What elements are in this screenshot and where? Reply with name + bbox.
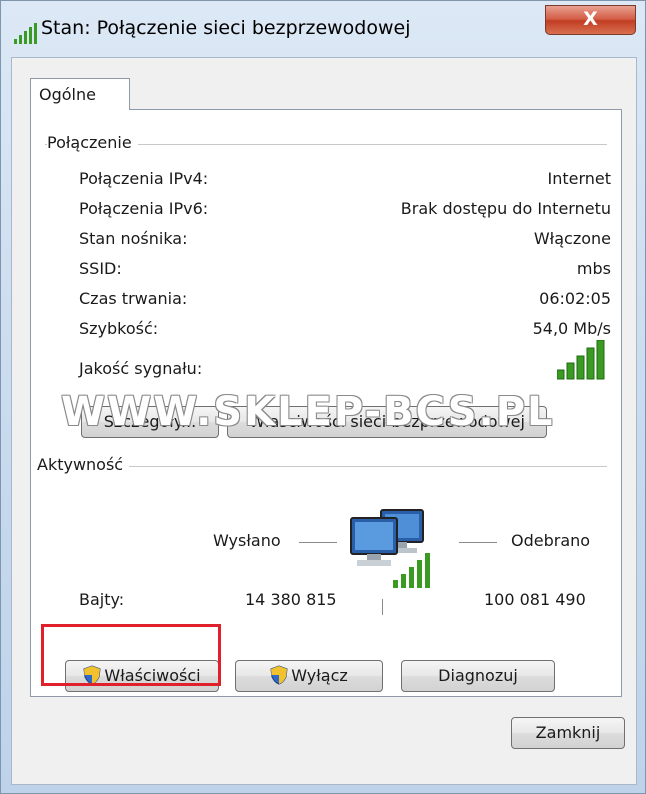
- network-computers-icon: [350, 509, 430, 588]
- tab-general-label: Ogólne: [39, 85, 96, 104]
- duration-value: 06:02:05: [539, 289, 611, 308]
- close-icon: X: [583, 8, 598, 30]
- disable-button[interactable]: Wyłącz: [235, 660, 383, 692]
- uac-shield-icon: [270, 665, 288, 685]
- signal-bars-icon: [14, 23, 37, 44]
- close-button[interactable]: Zamknij: [511, 717, 625, 749]
- status-dialog: Stan: Połączenie sieci bezprzewodowej X …: [0, 0, 646, 794]
- sent-label: Wysłano: [213, 531, 281, 550]
- signal-quality-label: Jakość sygnału:: [79, 359, 203, 378]
- ipv6-value: Brak dostępu do Internetu: [400, 199, 611, 218]
- ipv6-label: Połączenia IPv6:: [79, 199, 209, 218]
- speed-value: 54,0 Mb/s: [532, 319, 611, 338]
- ipv4-value: Internet: [547, 169, 611, 188]
- bytes-separator: [382, 599, 383, 615]
- disable-button-label: Wyłącz: [291, 666, 348, 685]
- activity-group-title: Aktywność: [37, 455, 130, 474]
- close-window-button[interactable]: X: [545, 5, 636, 35]
- connection-group-title: Połączenie: [47, 133, 138, 152]
- title-bar[interactable]: Stan: Połączenie sieci bezprzewodowej X: [1, 1, 646, 57]
- duration-label: Czas trwania:: [79, 289, 188, 308]
- received-label: Odebrano: [511, 531, 591, 550]
- speed-label: Szybkość:: [79, 319, 159, 338]
- bytes-label: Bajty:: [79, 590, 125, 609]
- bytes-sent-value: 14 380 815: [245, 590, 337, 609]
- tab-general[interactable]: Ogólne: [30, 78, 130, 110]
- sent-connector-line: [299, 542, 337, 543]
- activity-group-line: [45, 466, 607, 467]
- received-connector-line: [459, 542, 497, 543]
- media-state-label: Stan nośnika:: [79, 229, 188, 248]
- diagnose-button[interactable]: Diagnozuj: [401, 660, 555, 692]
- ipv4-label: Połączenia IPv4:: [79, 169, 209, 188]
- ssid-value: mbs: [576, 259, 611, 278]
- ssid-label: SSID:: [79, 259, 122, 278]
- window-title: Stan: Połączenie sieci bezprzewodowej: [41, 17, 411, 39]
- properties-highlight-box: [41, 624, 221, 686]
- media-state-value: Włączone: [533, 229, 611, 248]
- bytes-received-value: 100 081 490: [484, 590, 586, 609]
- watermark-text: WWW.SKLEP-BCS.PL: [61, 389, 555, 435]
- signal-strength-icon: [557, 340, 605, 380]
